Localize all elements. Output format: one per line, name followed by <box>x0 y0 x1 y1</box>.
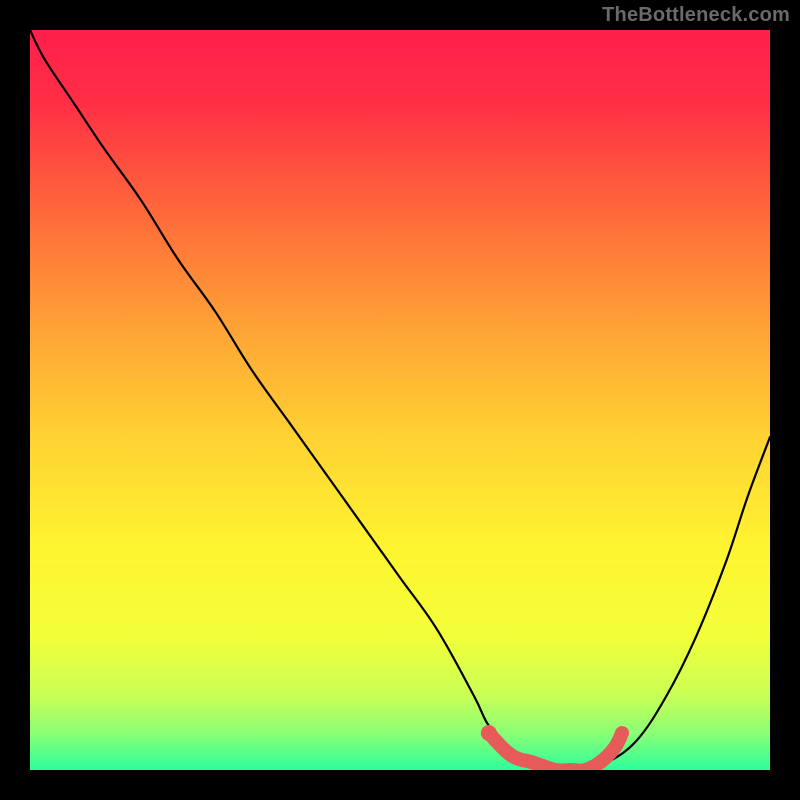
plot-area <box>30 30 770 770</box>
optimal-dot <box>481 725 497 741</box>
chart-svg <box>30 30 770 770</box>
chart-background <box>30 30 770 770</box>
watermark-text: TheBottleneck.com <box>602 4 790 27</box>
chart-stage: { "watermark": "TheBottleneck.com", "col… <box>0 0 800 800</box>
